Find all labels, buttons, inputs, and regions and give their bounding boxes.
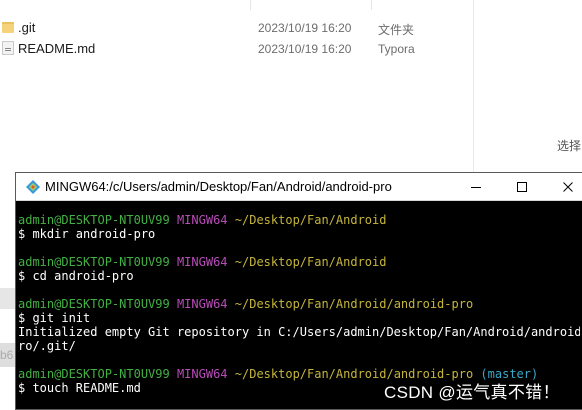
terminal-command-line: $ cd android-pro: [18, 269, 134, 283]
terminal-command-line: $ git init: [18, 311, 91, 325]
preview-pane-label: 选择: [557, 139, 582, 153]
file-type: 文件夹: [378, 23, 415, 37]
file-date: 2023/10/19 16:20: [258, 21, 352, 35]
prompt-user: admin@DESKTOP-NT0UV99: [18, 367, 170, 381]
pane-divider: [473, 0, 474, 172]
terminal-titlebar[interactable]: MINGW64:/c/Users/admin/Desktop/Fan/Andro…: [16, 173, 582, 201]
markdown-file-icon: [2, 41, 14, 55]
file-name: .git: [18, 20, 36, 35]
file-row-git[interactable]: .git 2023/10/19 16:20 文件夹: [0, 17, 474, 38]
column-divider: [250, 0, 251, 10]
close-button[interactable]: [545, 173, 582, 200]
minimize-icon: [471, 187, 481, 188]
file-type: Typora: [378, 42, 415, 56]
prompt-user: admin@DESKTOP-NT0UV99: [18, 213, 170, 227]
prompt-system: MINGW64: [176, 367, 228, 381]
nav-pane-fragment: [0, 288, 16, 309]
maximize-icon: [517, 182, 527, 192]
prompt-user: admin@DESKTOP-NT0UV99: [18, 297, 170, 311]
maximize-button[interactable]: [499, 173, 545, 200]
prompt-user: admin@DESKTOP-NT0UV99: [18, 255, 170, 269]
window-title: MINGW64:/c/Users/admin/Desktop/Fan/Andro…: [45, 179, 392, 194]
column-divider: [371, 0, 372, 10]
terminal-prompt-line: admin@DESKTOP-NT0UV99 MINGW64 ~/Desktop/…: [18, 255, 580, 269]
prompt-system: MINGW64: [176, 255, 228, 269]
mingw64-terminal-window[interactable]: MINGW64:/c/Users/admin/Desktop/Fan/Andro…: [15, 172, 582, 410]
file-name: README.md: [18, 41, 96, 56]
prompt-path: ~/Desktop/Fan/Android: [234, 255, 387, 269]
terminal-prompt-line: admin@DESKTOP-NT0UV99 MINGW64 ~/Desktop/…: [18, 297, 580, 311]
terminal-output-line: Initialized empty Git repository in C:/U…: [18, 325, 580, 339]
column-header-strip: [0, 0, 582, 10]
prompt-system: MINGW64: [176, 297, 228, 311]
close-icon: [563, 182, 573, 192]
minimize-button[interactable]: [453, 173, 499, 200]
folder-icon: [2, 22, 14, 33]
file-date: 2023/10/19 16:20: [258, 42, 352, 56]
terminal-command-line: $ mkdir android-pro: [18, 227, 156, 241]
terminal-prompt-line: admin@DESKTOP-NT0UV99 MINGW64 ~/Desktop/…: [18, 213, 580, 227]
file-row-readme[interactable]: README.md 2023/10/19 16:20 Typora: [0, 38, 474, 59]
git-bash-icon: [25, 179, 41, 195]
terminal-output-line: ro/.git/: [18, 339, 76, 353]
prompt-path: ~/Desktop/Fan/Android: [234, 213, 387, 227]
prompt-system: MINGW64: [176, 213, 228, 227]
nav-pane-text-fragment: b6: [0, 348, 14, 362]
prompt-path: ~/Desktop/Fan/Android/android-pro: [234, 297, 474, 311]
csdn-watermark: CSDN @运气真不错！: [384, 383, 560, 402]
